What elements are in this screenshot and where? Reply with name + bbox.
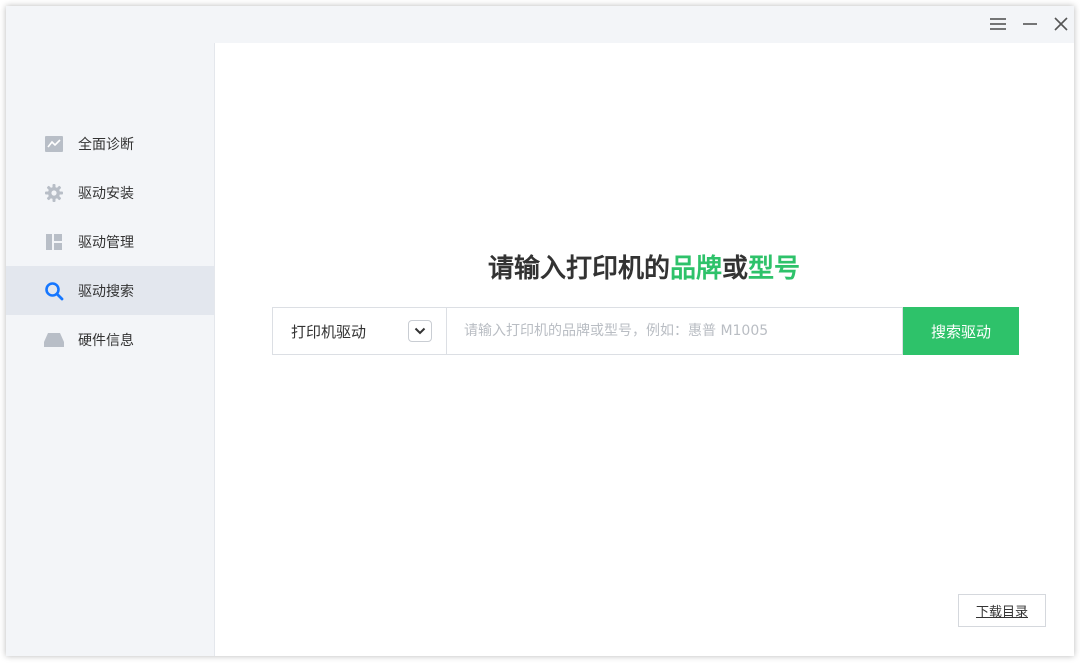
chevron-down-icon[interactable] (408, 320, 432, 342)
minimize-icon[interactable] (1020, 14, 1040, 34)
search-input[interactable] (446, 307, 903, 355)
sidebar-item-driver-install[interactable]: 驱动安装 (6, 168, 214, 217)
sidebar-item-label: 硬件信息 (78, 332, 134, 349)
search-button[interactable]: 搜索驱动 (903, 307, 1019, 355)
sidebar-nav: 全面诊断 驱动安装 驱动管理 驱动搜索 硬件信息 (6, 119, 214, 364)
grid-icon (44, 232, 64, 252)
sidebar-item-label: 全面诊断 (78, 136, 134, 153)
gear-icon (44, 183, 64, 203)
search-icon (44, 281, 64, 301)
sidebar-item-driver-manage[interactable]: 驱动管理 (6, 217, 214, 266)
sidebar-item-driver-search[interactable]: 驱动搜索 (6, 266, 214, 315)
sidebar-item-label: 驱动搜索 (78, 283, 134, 300)
download-directory-button[interactable]: 下载目录 (958, 594, 1046, 627)
title-bar (214, 6, 1074, 43)
menu-icon[interactable] (988, 14, 1008, 34)
close-icon[interactable] (1051, 14, 1071, 34)
title-prefix: 请输入打印机的 (487, 254, 670, 284)
sidebar: 全面诊断 驱动安装 驱动管理 驱动搜索 硬件信息 (6, 6, 215, 656)
page-title: 请输入打印机的品牌或型号 (214, 248, 1074, 285)
sidebar-item-label: 驱动安装 (78, 185, 134, 202)
sidebar-item-label: 驱动管理 (78, 234, 134, 251)
title-highlight-model: 型号 (748, 254, 801, 284)
sidebar-item-hardware-info[interactable]: 硬件信息 (6, 315, 214, 364)
title-conjunction: 或 (722, 254, 749, 284)
search-bar: 打印机驱动 搜索驱动 (272, 307, 1019, 355)
sidebar-item-diagnosis[interactable]: 全面诊断 (6, 119, 214, 168)
category-select-value: 打印机驱动 (291, 322, 367, 341)
chart-icon (44, 134, 64, 154)
title-highlight-brand: 品牌 (669, 254, 722, 284)
category-select[interactable]: 打印机驱动 (272, 307, 446, 355)
hardware-icon (44, 330, 64, 350)
app-window: 全面诊断 驱动安装 驱动管理 驱动搜索 硬件信息 请输入打印机的品牌或型号 打印… (6, 6, 1074, 656)
